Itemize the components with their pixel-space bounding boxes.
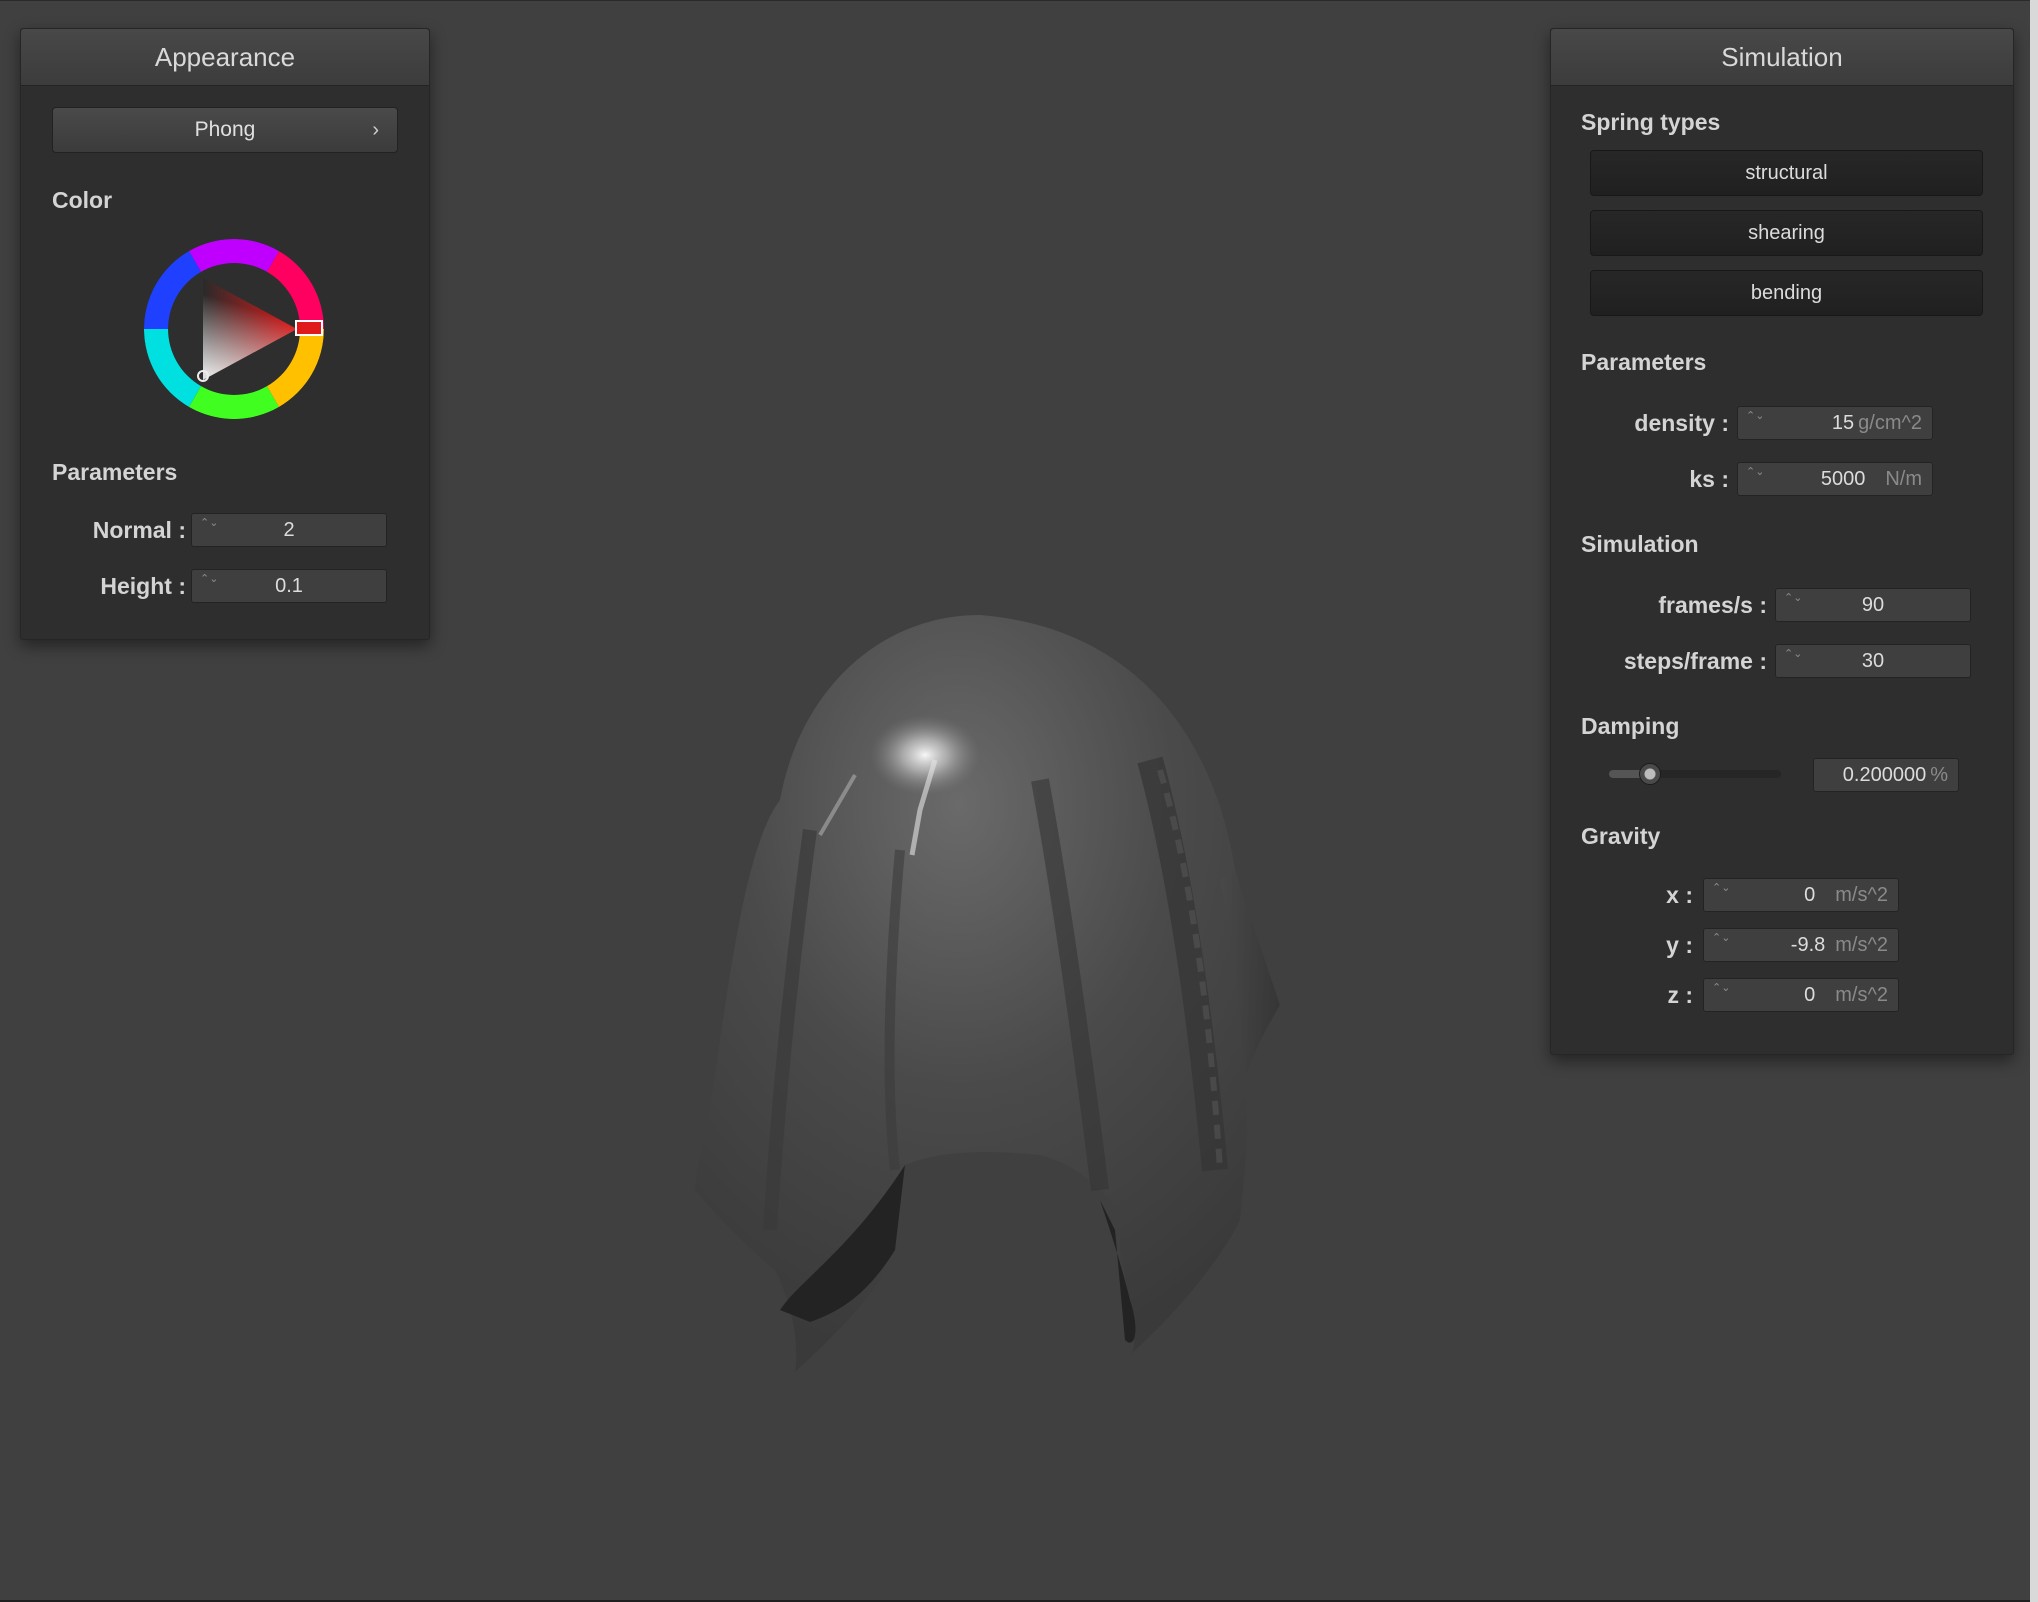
- gravity-y-unit: m/s^2: [1835, 934, 1888, 956]
- chevron-right-icon: ›: [372, 119, 379, 141]
- gravity-title: Gravity: [1581, 823, 1661, 849]
- appearance-parameters-title: Parameters: [52, 459, 178, 485]
- density-label: density :: [1634, 410, 1729, 436]
- shader-select-button[interactable]: Phong ›: [52, 107, 398, 153]
- cloth-mesh-render: [695, 615, 1280, 1372]
- gravity-x-unit: m/s^2: [1835, 884, 1888, 906]
- steps-per-frame-spinbox[interactable]: ⌃⌄ 30: [1775, 644, 1971, 678]
- steps-per-frame-value: 30: [1861, 650, 1885, 672]
- gravity-z-unit: m/s^2: [1835, 984, 1888, 1006]
- frames-per-second-label: frames/s :: [1658, 592, 1767, 618]
- height-value: 0.1: [275, 575, 303, 597]
- damping-title: Damping: [1581, 713, 1680, 739]
- gravity-x-spinbox[interactable]: ⌃⌄ 0 m/s^2: [1703, 878, 1899, 912]
- gravity-z-value: 0: [1804, 984, 1816, 1006]
- gravity-x-value: 0: [1804, 884, 1816, 906]
- ks-label: ks :: [1689, 466, 1729, 492]
- normal-spinbox[interactable]: ⌃⌄ 2: [191, 513, 387, 547]
- appearance-panel: Appearance Phong › Color Parameters Norm…: [20, 28, 430, 640]
- density-spinbox[interactable]: ⌃⌄ 15 g/cm^2: [1737, 406, 1933, 440]
- color-wheel[interactable]: [139, 234, 329, 424]
- damping-unit: %: [1930, 764, 1948, 786]
- ks-spinbox[interactable]: ⌃⌄ 5000 N/m: [1737, 462, 1933, 496]
- frames-per-second-value: 90: [1861, 594, 1885, 616]
- ks-unit: N/m: [1885, 468, 1922, 490]
- gravity-y-value: -9.8: [1790, 934, 1826, 956]
- gravity-y-label: y :: [1666, 932, 1693, 958]
- simulation-panel-title[interactable]: Simulation: [1551, 29, 2013, 86]
- ks-value: 5000: [1820, 468, 1866, 490]
- normal-value: 2: [283, 519, 295, 541]
- density-unit: g/cm^2: [1858, 412, 1922, 434]
- damping-value: 0.200000: [1842, 764, 1927, 786]
- gravity-z-label: z :: [1667, 982, 1693, 1008]
- damping-slider[interactable]: [1609, 763, 1781, 785]
- shearing-button[interactable]: shearing: [1590, 210, 1983, 256]
- hue-ring-handle: [295, 320, 323, 336]
- spinner-arrows-icon[interactable]: ⌃⌄: [1712, 982, 1730, 1010]
- bending-button[interactable]: bending: [1590, 270, 1983, 316]
- spinner-arrows-icon[interactable]: ⌃⌄: [1746, 410, 1764, 438]
- simulation-panel: Simulation Spring types structural shear…: [1550, 28, 2014, 1055]
- color-section-title: Color: [52, 187, 113, 213]
- spinner-arrows-icon[interactable]: ⌃⌄: [1712, 932, 1730, 960]
- spring-types-title: Spring types: [1581, 109, 1721, 135]
- gravity-z-spinbox[interactable]: ⌃⌄ 0 m/s^2: [1703, 978, 1899, 1012]
- height-label: Height :: [100, 573, 186, 599]
- simulation-section-title: Simulation: [1581, 531, 1699, 557]
- spinner-arrows-icon[interactable]: ⌃⌄: [1746, 466, 1764, 494]
- window-right-edge: [2030, 0, 2038, 1602]
- damping-value-box[interactable]: 0.200000%: [1813, 758, 1959, 792]
- simulation-parameters-title: Parameters: [1581, 349, 1707, 375]
- appearance-panel-title[interactable]: Appearance: [21, 29, 429, 86]
- spinner-arrows-icon[interactable]: ⌃⌄: [1712, 882, 1730, 910]
- normal-label: Normal :: [92, 517, 186, 543]
- frames-per-second-spinbox[interactable]: ⌃⌄ 90: [1775, 588, 1971, 622]
- shader-select-label: Phong: [194, 118, 256, 141]
- structural-button[interactable]: structural: [1590, 150, 1983, 196]
- height-spinbox[interactable]: ⌃⌄ 0.1: [191, 569, 387, 603]
- density-value: 15: [1831, 412, 1855, 434]
- gravity-x-label: x :: [1666, 882, 1693, 908]
- damping-slider-handle[interactable]: [1639, 763, 1661, 785]
- steps-per-frame-label: steps/frame :: [1623, 648, 1767, 674]
- gravity-y-spinbox[interactable]: ⌃⌄ -9.8 m/s^2: [1703, 928, 1899, 962]
